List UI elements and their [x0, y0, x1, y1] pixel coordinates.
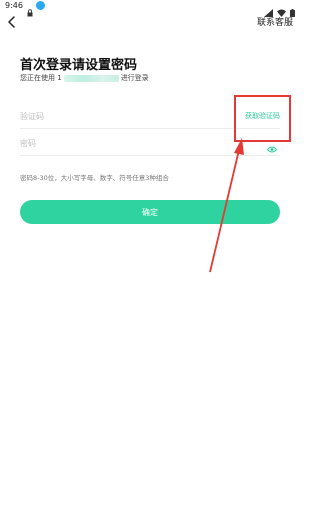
subtitle-prefix: 您正在使用 1 — [20, 74, 62, 82]
status-bar: 9:46 — [0, 0, 300, 17]
password-row — [20, 130, 280, 156]
password-input[interactable] — [20, 136, 220, 150]
masked-phone-number — [63, 74, 119, 82]
status-time: 9:46 — [5, 1, 23, 10]
confirm-button[interactable]: 确定 — [20, 200, 280, 224]
password-rule-hint: 密码8-30位，大小写字母、数字、符号任意3种组合 — [20, 174, 169, 182]
contact-support-link[interactable]: 联系客服 — [257, 15, 293, 28]
subtitle-suffix: 进行登录 — [120, 74, 149, 82]
lock-icon — [27, 2, 33, 21]
chevron-left-icon — [8, 16, 15, 28]
page-title: 首次登录请设置密码 — [20, 58, 138, 73]
app-screen: 9:46 联系客服 首次登录请设置密码 您正在使用 1进行登录 获取验 — [0, 0, 300, 530]
login-account-hint: 您正在使用 1 进行登录 — [20, 73, 149, 83]
verification-code-input[interactable] — [20, 109, 220, 123]
get-code-button[interactable]: 获取验证码 — [245, 111, 280, 121]
app-notification-icon — [36, 1, 45, 10]
eye-icon[interactable] — [266, 138, 278, 157]
verification-code-row: 获取验证码 — [20, 103, 280, 129]
back-button[interactable] — [3, 13, 21, 31]
